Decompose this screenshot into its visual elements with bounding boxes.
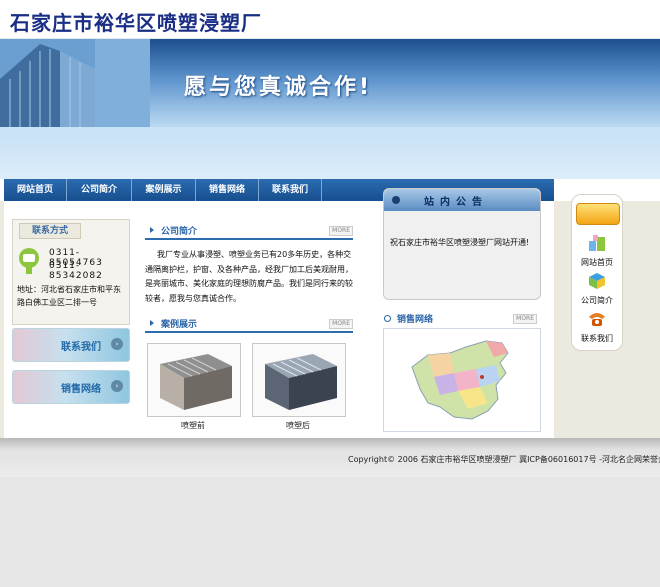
arrow-icon xyxy=(150,320,154,326)
notice-text[interactable]: 祝石家庄市裕华区喷塑浸塑厂网站开通! xyxy=(390,237,529,248)
quick-link-home[interactable]: 网站首页 xyxy=(572,233,622,268)
nav-item-about[interactable]: 公司简介 xyxy=(67,179,132,201)
contact-address: 地址：河北省石家庄市和平东路白佛工业区二排一号 xyxy=(17,285,121,307)
footer: Copyright© 2006 石家庄市裕华区喷塑浸塑厂 冀ICP备060160… xyxy=(0,438,660,477)
go-arrow-icon: › xyxy=(111,380,123,392)
cases-title: 案例展示 xyxy=(161,320,198,330)
intro-text: 我厂专业从事浸塑、喷塑业务已有20多年历史，各种交通隔离护栏，护窗、及各种产品，… xyxy=(145,250,353,303)
bullet-icon xyxy=(392,196,400,204)
case-image-after[interactable] xyxy=(252,343,346,417)
notice-header: 站内公告 xyxy=(384,189,540,211)
sales-network-button[interactable]: 销售网络 › xyxy=(12,370,130,404)
sales-section-header: 销售网络 MORE xyxy=(383,312,539,326)
header: 石家庄市裕华区喷塑浸塑厂 xyxy=(0,0,660,39)
phone-number-2: 0311-85342082 xyxy=(49,261,103,281)
quick-link-about-label: 公司简介 xyxy=(581,296,613,305)
notice-title: 站内公告 xyxy=(424,197,488,208)
building-image xyxy=(0,39,150,127)
banner-slogan: 愿与您真诚合作! xyxy=(184,75,373,100)
sales-title: 销售网络 xyxy=(397,315,434,325)
quick-link-about[interactable]: 公司简介 xyxy=(572,271,622,306)
page-bottom-area xyxy=(0,477,660,587)
copyright-text: Copyright© 2006 石家庄市裕华区喷塑浸塑厂 冀ICP备060160… xyxy=(348,455,660,464)
intro-title: 公司简介 xyxy=(161,227,198,237)
telephone-icon xyxy=(589,313,605,326)
notice-panel: 站内公告 祝石家庄市裕华区喷塑浸塑厂网站开通! xyxy=(383,188,541,300)
cases-section-header: 案例展示 MORE xyxy=(145,315,353,333)
quick-link-home-label: 网站首页 xyxy=(581,258,613,267)
cube-icon xyxy=(589,273,605,289)
drain-channel-after-image xyxy=(265,354,337,410)
bullet-icon xyxy=(384,315,391,322)
nav-item-contact[interactable]: 联系我们 xyxy=(259,179,322,201)
drain-channel-before-image xyxy=(160,354,232,410)
case-caption-before: 喷塑前 xyxy=(181,421,205,430)
banner-sky xyxy=(0,127,660,179)
arrow-icon xyxy=(150,227,154,233)
contact-box: 联系方式 0311-85054763 0311-85342082 地址：河北省石… xyxy=(12,219,130,325)
site-title: 石家庄市裕华区喷塑浸塑厂 xyxy=(10,11,262,35)
intro-more-link[interactable]: MORE xyxy=(329,226,353,236)
china-map-image xyxy=(411,340,509,420)
contact-title: 联系方式 xyxy=(19,223,81,239)
home-icon xyxy=(589,235,605,251)
left-column: 联系方式 0311-85054763 0311-85342082 地址：河北省石… xyxy=(8,213,132,434)
contact-us-label: 联系我们 xyxy=(61,342,101,353)
cases-more-link[interactable]: MORE xyxy=(329,319,353,329)
nav-item-home[interactable]: 网站首页 xyxy=(4,179,67,201)
quick-link-contact[interactable]: 联系我们 xyxy=(572,309,622,344)
phone-icon xyxy=(19,248,39,274)
intro-section-header: 公司简介 MORE xyxy=(145,222,353,240)
contact-us-button[interactable]: 联系我们 › xyxy=(12,328,130,362)
quick-link-contact-label: 联系我们 xyxy=(581,334,613,343)
case-image-before[interactable] xyxy=(147,343,241,417)
nav-item-cases[interactable]: 案例展示 xyxy=(132,179,196,201)
quick-bar-top-button[interactable] xyxy=(576,203,620,225)
nav-item-sales[interactable]: 销售网络 xyxy=(196,179,259,201)
sales-more-link[interactable]: MORE xyxy=(513,314,537,324)
case-caption-after: 喷塑后 xyxy=(286,421,310,430)
sales-network-label: 销售网络 xyxy=(61,384,101,395)
sales-map[interactable] xyxy=(383,328,541,432)
right-quick-bar: 网站首页 公司简介 联系我们 xyxy=(571,194,623,351)
go-arrow-icon: › xyxy=(111,338,123,350)
